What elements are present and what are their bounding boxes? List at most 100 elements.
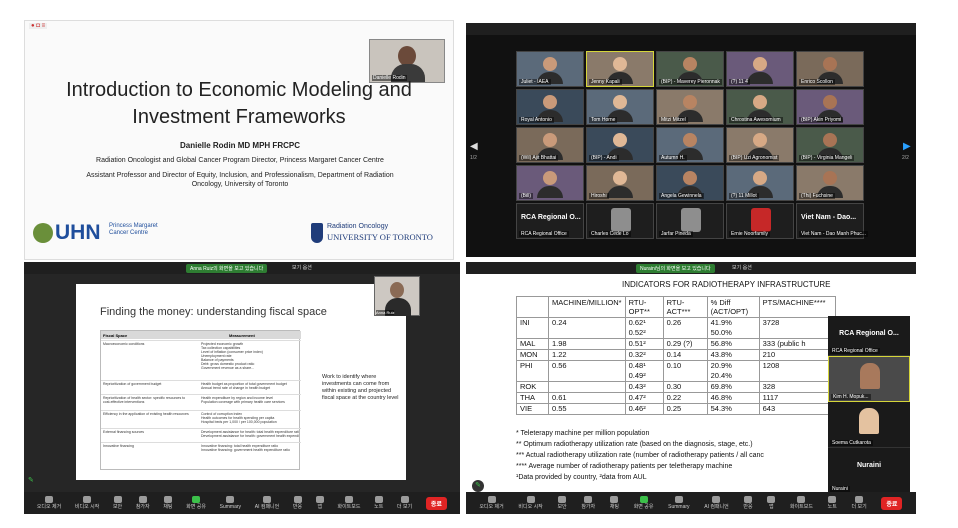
toolbar-button[interactable]: Summary [668, 496, 690, 510]
participant-name: Hiroshi [589, 193, 609, 199]
participant-tile[interactable]: Hiroshi [586, 165, 654, 201]
participant-tile[interactable]: (BIP) - Maverey Pieronnak [656, 51, 724, 87]
toolbar-label: 오디오 제거 [479, 504, 504, 510]
participant-tile[interactable]: Mitzi Mitzel [656, 89, 724, 125]
participant-tile[interactable]: Viet Nam - Dao... Viet Nam - Dao Manh Phu… [796, 203, 868, 239]
uhn-wordmark: UHN [55, 221, 101, 244]
toolbar-button[interactable]: 더 보기 [397, 496, 412, 510]
infra-table: MACHINE/MILLION* RTU-OPT** RTU-ACT***% Dif… [516, 296, 836, 415]
participant-tile[interactable]: (Wil) Ajit Bhattai [516, 127, 584, 163]
toolbar-button[interactable]: 채팅 [610, 496, 619, 510]
participant-tile[interactable]: Tom Horne [586, 89, 654, 125]
participant-tile[interactable]: (BIP) Uzi Agronomist [726, 127, 794, 163]
participant-tile[interactable]: Chrostina Awesomium [726, 89, 794, 125]
side-participant-tile[interactable]: Soema Cutkarota [828, 402, 910, 448]
prev-page-arrow[interactable]: ◀ [470, 141, 478, 152]
q3-view-options[interactable]: 보기 옵션 [292, 264, 312, 271]
toolbar-button[interactable]: 반응 [743, 496, 753, 510]
toolbar-button[interactable]: 노트 [828, 496, 837, 510]
infra-cell: 69.8% [706, 381, 760, 393]
toolbar-button[interactable]: 비디오 시작 [518, 496, 543, 510]
toolbar-button[interactable]: AI 컴패니언 [704, 496, 729, 510]
toolbar-label: 더 보기 [851, 504, 867, 510]
toolbar-button[interactable]: 반응 [293, 496, 302, 510]
toolbar-button[interactable]: 채팅 [163, 496, 173, 510]
infra-cell: 0.24 [548, 317, 626, 339]
participant-tile[interactable]: Royal Antonio [516, 89, 584, 125]
toolbar-icon [138, 496, 147, 503]
toolbar-button[interactable]: Summary [220, 496, 241, 510]
infra-cell: INI [516, 317, 549, 339]
toolbar-label: 반응 [743, 504, 753, 510]
end-meeting-button[interactable]: 종료 [881, 496, 903, 510]
toolbar-button[interactable]: 앱 [767, 496, 776, 510]
toolbar-button[interactable]: 더 보기 [852, 496, 867, 510]
participant-tile[interactable]: Jarfar Pineda [656, 203, 724, 239]
toolbar-button[interactable]: AI 컴패니언 [255, 496, 279, 510]
infra-cell: 0.30 [662, 381, 708, 393]
infra-cell: 1.22 [548, 349, 626, 361]
toolbar-button[interactable]: 보안 [113, 496, 122, 510]
q3-edit-icon[interactable]: ✎ [28, 476, 34, 484]
toolbar-button[interactable]: 노트 [374, 496, 383, 510]
toolbar-label: 비디오 시작 [74, 504, 100, 510]
participant-tile[interactable]: (?) 11 4̇̇ [726, 51, 794, 87]
infra-cell: 20.9% 20.4% [706, 360, 760, 382]
toolbar-label: 화이트보드 [789, 504, 813, 510]
toolbar-button[interactable]: 참가자 [581, 496, 595, 510]
participant-tile[interactable]: RCA Regional O... RCA Regional Office [516, 203, 584, 239]
participant-tile[interactable]: (BIP) - Andi [586, 127, 654, 163]
toolbar-label: 참가자 [135, 504, 150, 510]
participant-name: Tom Horne [589, 117, 618, 123]
toolbar-button[interactable]: 화면 공유 [634, 496, 653, 510]
participant-name: Jarfar Pineda [659, 231, 693, 237]
toolbar-label: 노트 [827, 504, 837, 510]
side-participant-tile[interactable]: RCA Regional O... RCA Regional Office [828, 316, 910, 356]
toolbar-label: Summary [668, 504, 690, 510]
participant-tile[interactable]: Angela Gewinnela [656, 165, 724, 201]
participant-tile[interactable]: Juliet - IAEA [516, 51, 584, 87]
participant-name: Enrico Scollon [799, 79, 835, 85]
participant-name: Royal Antonio [519, 117, 554, 123]
toolbar-button[interactable]: 비디오 시작 [75, 496, 99, 510]
q4-view-options[interactable]: 보기 옵션 [732, 264, 752, 271]
toolbar-label: 화면 공유 [186, 504, 206, 510]
infra-cell: 0.51² [624, 338, 664, 350]
participant-tile[interactable]: (Thi) Fuchsine [796, 165, 864, 201]
participant-tile[interactable]: (BIP) Akin Priyomi [796, 89, 864, 125]
next-page-arrow[interactable]: ▶ [903, 141, 911, 152]
zoom-top-badge[interactable]: ● ◘ ≡ [29, 23, 48, 29]
participant-tile[interactable]: Autumn H. [656, 127, 724, 163]
side-participant-tile[interactable]: Kim H. Mopuk... [828, 356, 910, 402]
participant-tile[interactable]: (Bill) [516, 165, 584, 201]
infra-cell: VIE [516, 403, 549, 415]
toolbar-button[interactable]: 화이트보드 [337, 496, 360, 510]
toolbar-button[interactable]: 보안 [557, 496, 567, 510]
toolbar-button[interactable]: 참가자 [136, 496, 150, 510]
toolbar-button[interactable]: 앱 [315, 496, 324, 510]
participant-tile[interactable]: (BIP) - Virginia Mangeli [796, 127, 864, 163]
q3-presenter-video[interactable]: Anna Ruiz [374, 276, 420, 316]
toolbar-button[interactable]: 오디오 제거 [37, 496, 61, 510]
participant-tile[interactable]: Enrico Scollon [796, 51, 864, 87]
infra-cell: 0.47² [624, 392, 664, 404]
toolbar-label: 채팅 [163, 504, 173, 510]
participant-tile[interactable]: Jenny Kapali [586, 51, 654, 87]
participant-tile[interactable]: Charles Cede Lo [586, 203, 654, 239]
end-meeting-button[interactable]: 종료 [425, 496, 447, 510]
participant-tile[interactable]: Ernie Noorfamily [726, 203, 794, 239]
infra-row: MAL 1.98 0.51² 0.29 (?) 56.8% 333 (public h [516, 338, 836, 350]
toolbar-button[interactable]: 오디오 제거 [479, 496, 504, 510]
toolbar-button[interactable]: 화면 공유 [186, 496, 206, 510]
q4-edit-icon[interactable]: ✎ [472, 480, 484, 492]
participant-tile[interactable]: (?) 11 Millot [726, 165, 794, 201]
toolbar-icon [828, 496, 837, 503]
participant-avatar [607, 171, 633, 198]
toolbar-icon [315, 496, 324, 503]
infra-cell: 1.98 [548, 338, 626, 350]
toolbar-label: Summary [219, 504, 242, 510]
side-participant-name: Soema Cutkarota [830, 440, 873, 446]
side-participant-tile[interactable]: Nuraini Nuraini [828, 448, 910, 494]
toolbar-label: 더 보기 [397, 504, 413, 510]
toolbar-button[interactable]: 화이트보드 [790, 496, 813, 510]
